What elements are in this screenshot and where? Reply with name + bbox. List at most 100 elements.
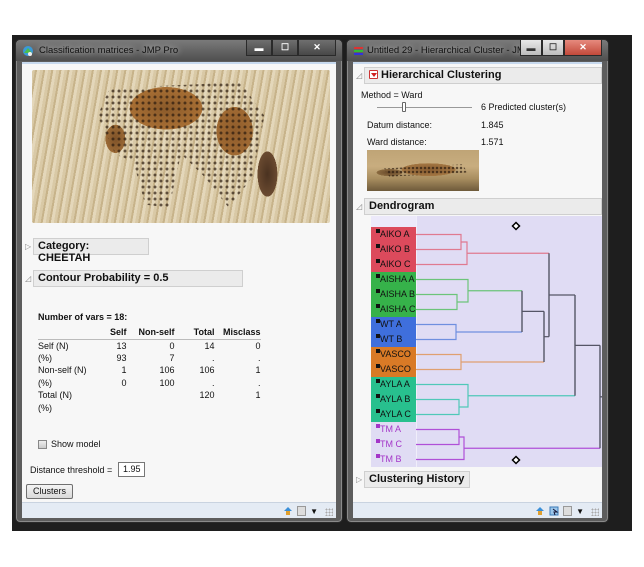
table-cell	[215, 402, 261, 415]
table-cell: 13	[116, 340, 127, 351]
menu-arrow-icon[interactable]: ▼	[576, 507, 584, 516]
hierarchical-cluster-window: Untitled 29 - Hierarchical Cluster - JMP…	[346, 39, 609, 523]
dendrogram-leaf[interactable]: AIKO B	[371, 242, 416, 257]
dendrogram-leaf[interactable]: AISHA B	[371, 287, 416, 302]
leaf-label: TM A	[380, 424, 402, 434]
dendrogram-branch	[416, 428, 460, 446]
close-button[interactable]: ✕	[564, 40, 602, 56]
minimize-button[interactable]: ▬	[520, 40, 542, 56]
table-cell	[127, 402, 175, 415]
table-row: Total (N) 120 1	[38, 389, 261, 402]
dendrogram-leaf[interactable]: AISHA A	[371, 272, 416, 287]
cheetah-spots	[97, 82, 265, 208]
ward-distance-value: 1.571	[481, 137, 504, 147]
report-content: ◿ Hierarchical Clustering Method = Ward …	[353, 62, 602, 502]
resize-grip[interactable]	[591, 508, 599, 516]
title-bar[interactable]: Untitled 29 - Hierarchical Cluster - JMP…	[347, 40, 608, 61]
running-cheetah-image	[367, 150, 479, 191]
leaf-label: WT B	[380, 334, 403, 344]
dendrogram-leaf[interactable]: AIKO A	[371, 227, 416, 242]
table-cell: 1	[121, 365, 127, 376]
title-bar[interactable]: Classification matrices - JMP Pro ▬ ☐ ✕	[16, 40, 342, 61]
clustering-history-header[interactable]: Clustering History	[364, 471, 470, 488]
table-cell: 1	[255, 390, 261, 401]
dendrogram-branch	[416, 233, 462, 251]
distance-threshold-label: Distance threshold =	[30, 464, 113, 475]
row-label: (%)	[38, 402, 52, 413]
maximize-button[interactable]: ☐	[272, 40, 298, 56]
show-model-checkbox[interactable]	[38, 439, 47, 449]
red-triangle-menu-icon[interactable]	[369, 70, 378, 79]
dendrogram-leaf[interactable]: AIKO C	[371, 257, 416, 272]
dendrogram-leaf[interactable]: TM C	[371, 437, 416, 452]
predicted-clusters-label: 6 Predicted cluster(s)	[481, 102, 567, 112]
dendrogram-leaf[interactable]: AISHA C	[371, 302, 416, 317]
table-cell	[127, 389, 175, 402]
distance-threshold-input[interactable]: 1.95	[118, 462, 146, 477]
table-cell: 0	[169, 340, 175, 351]
table-row: (%)	[38, 402, 261, 415]
category-outline-header[interactable]: Category: CHEETAH	[33, 238, 149, 264]
resize-grip[interactable]	[325, 508, 333, 516]
page-icon[interactable]	[563, 506, 573, 516]
expanded-disclosure-icon[interactable]: ◿	[356, 71, 362, 80]
dendrogram-leaf[interactable]: VASCO A	[371, 347, 416, 374]
report-content: ▷ Category: CHEETAH ◿ Contour Probabilit…	[22, 62, 336, 502]
row-label: Total (N)	[38, 390, 73, 401]
dendrogram-header[interactable]: Dendrogram	[364, 198, 602, 215]
expanded-disclosure-icon[interactable]: ◿	[356, 202, 362, 211]
table-cell	[104, 402, 127, 415]
dendrogram-leaf[interactable]: AYLA B	[371, 392, 416, 407]
table-cell: 100	[159, 377, 175, 388]
cluster-cut-diamond-handle[interactable]	[511, 455, 521, 465]
show-model-checkbox-row[interactable]: Show model	[38, 439, 101, 449]
leaf-label: AIKO B	[380, 244, 411, 254]
contour-probability-header[interactable]: Contour Probability = 0.5	[33, 270, 243, 287]
dendrogram-leaf[interactable]: AYLA C	[371, 407, 416, 422]
table-row: Non-self (N) 1 106 106 1	[38, 364, 261, 377]
category-header-text: Category: CHEETAH	[38, 240, 91, 264]
table-cell: 93	[116, 352, 127, 363]
window-title: Classification matrices - JMP Pro	[39, 45, 179, 56]
cluster-cut-diamond-handle[interactable]	[511, 221, 521, 231]
dendrogram-leaf[interactable]: WT B	[371, 332, 416, 347]
clusters-button[interactable]: Clusters	[26, 484, 74, 499]
home-icon[interactable]	[535, 506, 545, 516]
cluster-app-icon	[354, 47, 363, 55]
dendrogram-leaf[interactable]: TM B	[371, 452, 416, 467]
dendrogram-leaf[interactable]: AYLA A	[371, 377, 416, 392]
collapsed-disclosure-icon[interactable]: ▷	[25, 242, 31, 251]
table-cell	[104, 389, 127, 402]
dendrogram-leaf[interactable]: WT A	[371, 317, 416, 332]
dendrogram-branch	[416, 383, 469, 408]
cluster-count-slider-thumb[interactable]	[402, 102, 406, 112]
dendrogram-branch	[416, 241, 468, 266]
select-rows-icon[interactable]	[549, 506, 559, 516]
home-icon[interactable]	[283, 506, 293, 516]
table-cell: 0	[255, 340, 261, 351]
minimize-button[interactable]: ▬	[246, 40, 272, 56]
table-cell: 0	[121, 377, 127, 388]
dendrogram-leaf[interactable]: TM A	[371, 422, 416, 437]
status-bar: ▼	[353, 502, 602, 518]
table-row: (%) 0 100..	[38, 377, 261, 390]
hierarchical-clustering-header[interactable]: Hierarchical Clustering	[364, 67, 602, 84]
clustering-history-text: Clustering History	[369, 473, 465, 485]
table-cell: 1	[255, 365, 261, 376]
page-icon[interactable]	[297, 506, 307, 516]
dendrogram-branch	[416, 353, 462, 371]
classification-matrix-table: Self Non-self Total Misclass Self (N) 13 0…	[38, 327, 261, 414]
cluster-count-slider-track[interactable]	[377, 107, 472, 108]
table-cell: .	[212, 377, 215, 388]
dendrogram-plot[interactable]: AIKO A AIKO B AIKO C AISHA A AISHA B AISHA C W…	[371, 216, 602, 467]
maximize-button[interactable]: ☐	[542, 40, 564, 56]
table-cell: 14	[204, 340, 215, 351]
show-model-label: Show model	[51, 439, 101, 449]
leaf-label: TM C	[380, 439, 402, 449]
collapsed-disclosure-icon[interactable]: ▷	[356, 475, 362, 484]
dendrogram-leaf[interactable]: VASCO B	[371, 362, 416, 389]
expanded-disclosure-icon[interactable]: ◿	[25, 274, 31, 283]
menu-arrow-icon[interactable]: ▼	[310, 507, 318, 516]
classification-matrices-window: Classification matrices - JMP Pro ▬ ☐ ✕ …	[15, 39, 343, 523]
close-button[interactable]: ✕	[298, 40, 336, 56]
